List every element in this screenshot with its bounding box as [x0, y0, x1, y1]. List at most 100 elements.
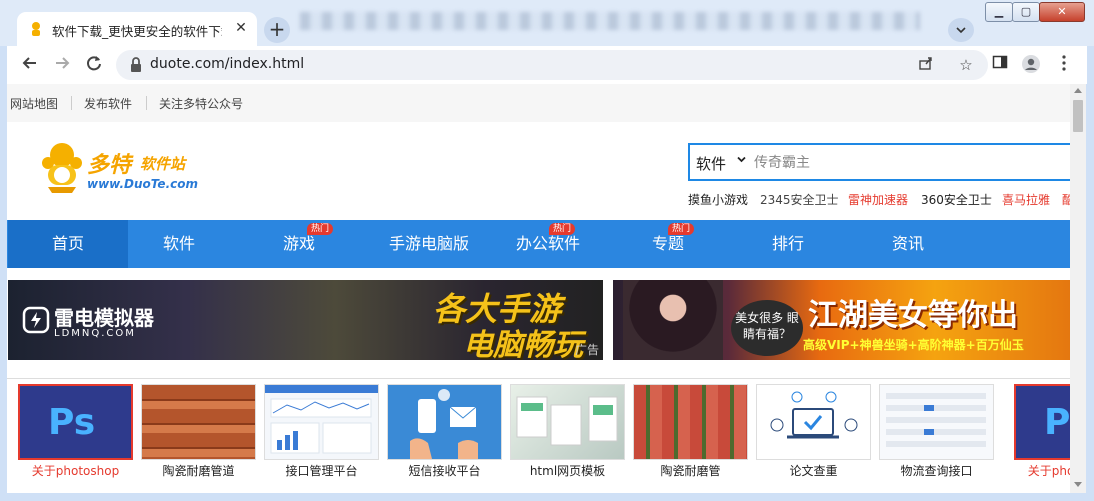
sms-thumbnail: [387, 384, 502, 460]
nav-item-ranking[interactable]: 排行: [728, 220, 848, 268]
ad-label: 广告: [574, 343, 599, 357]
tab-search-button[interactable]: [948, 18, 974, 42]
chevron-down-icon[interactable]: [736, 154, 747, 168]
hot-badge: 热门: [549, 223, 576, 235]
thumbnail-item[interactable]: 短信接收平台: [387, 384, 502, 479]
scrollbar-thumb[interactable]: [1073, 100, 1083, 132]
ad-banner-emulator[interactable]: 雷电模拟器 LDMNQ.COM 各大手游 电脑畅玩 广告: [8, 280, 603, 360]
nav-item-games[interactable]: 游戏: [239, 220, 359, 268]
thumbnail-item[interactable]: 陶瓷耐磨管道: [141, 384, 256, 479]
lock-icon: [131, 57, 141, 72]
scroll-down-icon[interactable]: [1074, 482, 1082, 487]
nav-item-news[interactable]: 资讯: [848, 220, 968, 268]
browser-tab[interactable]: 软件下载_更快更安全的软件下载 ✕: [17, 12, 257, 46]
logistics-thumbnail: [879, 384, 994, 460]
hot-link[interactable]: 雷神加速器: [848, 191, 908, 208]
hot-link[interactable]: 喜马拉雅: [1002, 191, 1050, 208]
thumbnail-item[interactable]: 物流查询接口: [879, 384, 994, 479]
logo-suffix: 软件站: [140, 155, 186, 173]
minimize-button[interactable]: ▁: [985, 2, 1013, 22]
browser-window: 软件下载_更快更安全的软件下载 ✕ + ▁ ▢ ✕ duote.com/inde…: [0, 0, 1094, 501]
forward-arrow-icon[interactable]: [51, 54, 73, 76]
back-arrow-icon[interactable]: [19, 54, 41, 76]
divider: [146, 96, 147, 110]
thumbnail-label: html网页模板: [529, 464, 606, 478]
new-tab-button[interactable]: +: [264, 17, 290, 43]
nav-item-mobile-games-pc[interactable]: 手游电脑版: [369, 220, 489, 268]
site-top-bar: 网站地图 发布软件 关注多特公众号: [7, 84, 1070, 122]
hot-link[interactable]: 2345安全卫士: [760, 191, 839, 208]
browser-toolbar: duote.com/index.html ☆: [7, 46, 1087, 84]
sitemap-link[interactable]: 网站地图: [10, 95, 58, 112]
page-scrollbar[interactable]: [1070, 84, 1086, 493]
title-bar: 软件下载_更快更安全的软件下载 ✕ + ▁ ▢ ✕: [0, 0, 1094, 46]
banner-brand-url: LDMNQ.COM: [54, 328, 136, 339]
search-category-select[interactable]: 软件: [696, 153, 726, 174]
bookmark-star-icon[interactable]: ☆: [956, 55, 976, 75]
mascot-logo-icon: [42, 143, 82, 193]
thumbnail-item[interactable]: Ps 关于photoshop: [18, 384, 133, 479]
template-thumbnail: [510, 384, 625, 460]
banner-brand: 雷电模拟器: [54, 306, 154, 330]
hot-link[interactable]: 摸鱼小游戏: [688, 191, 748, 208]
page-viewport: 网站地图 发布软件 关注多特公众号 多特 软件站 www.DuoTe.com 软…: [7, 84, 1070, 493]
hot-badge: 热门: [307, 223, 334, 235]
nav-item-home[interactable]: 首页: [8, 220, 128, 268]
ceramic-pipe-thumbnail: [633, 384, 748, 460]
scroll-up-icon[interactable]: [1074, 88, 1082, 93]
publish-software-link[interactable]: 发布软件: [84, 95, 132, 112]
main-nav: 首页 软件 游戏 热门 手游电脑版 办公软件 热门 专题 热门 排行 资讯: [7, 220, 1070, 268]
duote-favicon-icon: [32, 22, 40, 36]
chevron-down-icon: [956, 27, 966, 34]
follow-wechat-link[interactable]: 关注多特公众号: [159, 95, 243, 112]
hot-badge: 热门: [668, 223, 695, 235]
keyword-thumbnails: Ps 关于photoshop 陶瓷耐磨管道 接口管理平台 短信接收平台 html…: [7, 378, 1070, 479]
thumbnail-item[interactable]: html网页模板: [510, 384, 625, 479]
tab-title: 软件下载_更快更安全的软件下载: [52, 24, 222, 39]
thumbnail-label: 接口管理平台: [285, 464, 358, 478]
plagiarism-check-thumbnail: [756, 384, 871, 460]
photoshop-thumbnail: Ps: [1014, 384, 1070, 460]
url-text: duote.com/index.html: [150, 56, 305, 72]
site-logo[interactable]: 多特 软件站 www.DuoTe.com: [40, 141, 210, 197]
logo-url: www.DuoTe.com: [87, 177, 198, 191]
thumbnail-label: 论文查重: [789, 464, 838, 478]
tab-close-icon[interactable]: ✕: [233, 20, 249, 36]
maximize-button[interactable]: ▢: [1012, 2, 1040, 22]
site-search: 软件: [688, 143, 1070, 181]
thumbnail-item[interactable]: Ps 关于photoshop: [1014, 384, 1070, 479]
menu-kebab-icon[interactable]: [1053, 54, 1075, 76]
photoshop-icon-text: Ps: [1044, 402, 1070, 443]
divider: [71, 96, 72, 110]
thumbnail-item[interactable]: 论文查重: [756, 384, 871, 479]
window-bottom-frame: [0, 493, 1094, 501]
thumbnail-item[interactable]: 陶瓷耐磨管: [633, 384, 748, 479]
close-window-button[interactable]: ✕: [1039, 2, 1085, 22]
hot-link[interactable]: 酷: [1062, 191, 1070, 208]
thumbnail-label: 陶瓷耐磨管道: [162, 464, 235, 478]
hot-link[interactable]: 360安全卫士: [921, 191, 992, 208]
pipe-thumbnail: [141, 384, 256, 460]
search-input[interactable]: [752, 147, 1070, 179]
nav-item-office[interactable]: 办公软件: [488, 220, 608, 268]
emulator-logo-icon: [22, 306, 50, 334]
photoshop-thumbnail: Ps: [18, 384, 133, 460]
thumbnail-item[interactable]: 接口管理平台: [264, 384, 379, 479]
logo-name: 多特: [87, 153, 132, 178]
thumbnail-label: 陶瓷耐磨管: [660, 464, 721, 478]
blurred-tab-strip: [300, 12, 920, 30]
banner-title-2: 电脑畅玩: [463, 328, 583, 360]
banner-title: 江湖美女等你出: [808, 298, 1018, 333]
thumbnail-label: 关于photoshop: [1027, 464, 1070, 478]
banner-bubble: 美女很多 眼睛有福？: [731, 300, 803, 356]
dashboard-thumbnail: [264, 384, 379, 460]
share-icon[interactable]: [916, 55, 936, 75]
ad-banner-game[interactable]: 美女很多 眼睛有福？ 江湖美女等你出 高级VIP+神兽坐骑+高阶神器+百万仙玉: [613, 280, 1070, 360]
photoshop-icon-text: Ps: [48, 402, 96, 443]
reload-icon[interactable]: [83, 54, 105, 76]
thumbnail-label: 关于photoshop: [31, 464, 120, 478]
nav-item-software[interactable]: 软件: [119, 220, 239, 268]
side-panel-icon[interactable]: [989, 54, 1011, 76]
profile-avatar-icon[interactable]: [1020, 54, 1042, 76]
address-bar[interactable]: duote.com/index.html ☆: [116, 50, 988, 80]
